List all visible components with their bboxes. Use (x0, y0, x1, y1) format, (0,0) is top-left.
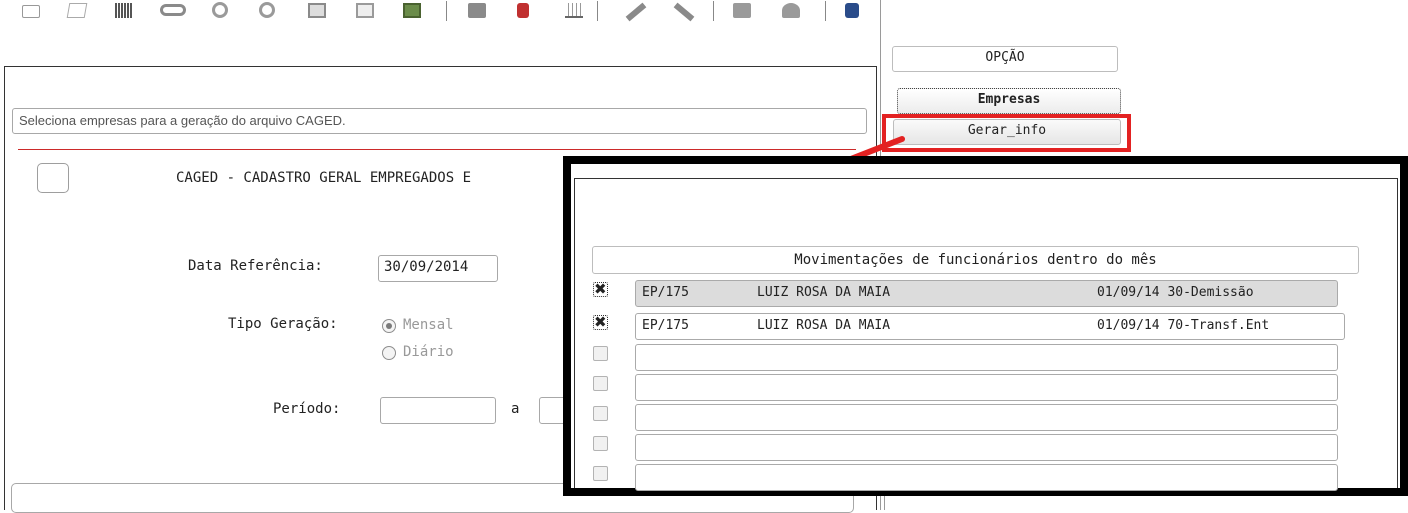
movements-popup: Movimentações de funcionários dentro do … (563, 156, 1408, 496)
table-row[interactable] (635, 434, 1338, 461)
row-checkbox[interactable] (593, 436, 608, 451)
row-checkbox[interactable] (593, 466, 608, 481)
row-checkbox[interactable]: ✖ (593, 280, 608, 298)
popup-title: Movimentações de funcionários dentro do … (592, 246, 1359, 274)
table-row[interactable] (635, 344, 1338, 371)
row-name: LUIZ ROSA DA MAIA (757, 318, 891, 333)
row-name: LUIZ ROSA DA MAIA (757, 285, 891, 300)
row-checkbox[interactable] (593, 346, 608, 361)
row-checkbox[interactable] (593, 376, 608, 391)
row-checkbox[interactable] (593, 406, 608, 421)
row-code: EP/175 (642, 318, 689, 333)
row-checkbox[interactable]: ✖ (593, 313, 608, 331)
checkmark-x-icon: ✖ (594, 280, 607, 298)
checkmark-x-icon: ✖ (594, 313, 607, 331)
row-code: EP/175 (642, 285, 689, 300)
table-row[interactable] (635, 404, 1338, 431)
row-date-movement: 01/09/14 30-Demissão (1097, 285, 1254, 300)
table-row[interactable]: EP/175 LUIZ ROSA DA MAIA 01/09/14 30-Demis… (635, 280, 1338, 307)
table-row[interactable] (635, 374, 1338, 401)
row-date-movement: 01/09/14 70-Transf.Ent (1097, 318, 1270, 333)
table-row[interactable]: EP/175 LUIZ ROSA DA MAIA 01/09/14 70-Trans… (635, 313, 1345, 340)
table-row[interactable] (635, 464, 1338, 491)
